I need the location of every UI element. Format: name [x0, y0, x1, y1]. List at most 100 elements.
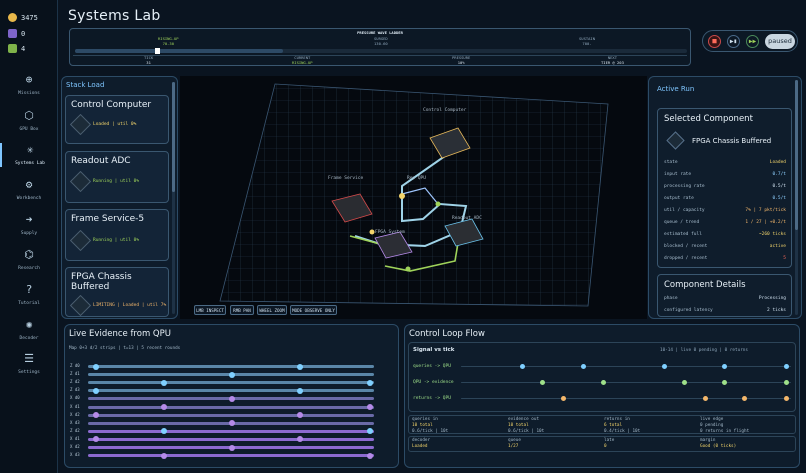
pause-state-badge[interactable]: paused [765, 34, 795, 49]
stack-item-readout-adc[interactable]: Readout ADC Running | util 0% [65, 151, 169, 203]
nav-systems-lab[interactable]: ✳ Systems Lab [0, 143, 58, 167]
isometric-grid [219, 83, 609, 307]
map-node-label[interactable]: Control Computer [423, 108, 466, 114]
signal-dot [681, 379, 687, 385]
evidence-dot [93, 387, 99, 394]
kv-row: estimated full ~260 ticks [664, 232, 786, 237]
system-map-viewport[interactable]: Control Computer Frame Service Rep QPU R… [180, 76, 647, 319]
sim-controls: ■ ▶▮ ▶▶ paused [702, 30, 798, 52]
evidence-dot [229, 371, 235, 378]
evidence-dot [367, 404, 373, 410]
evidence-dot [297, 363, 303, 370]
map-node-label[interactable]: Readout ADC [452, 216, 482, 222]
server-icon [69, 113, 92, 136]
frame-service-icon [69, 229, 92, 252]
stack-item-frame-service[interactable]: Frame Service-5 Running | util 0% [65, 209, 169, 261]
selected-component-name: FPGA Chassis Buffered [692, 137, 772, 145]
evidence-row-label: X d1 [70, 435, 80, 441]
kv-row: configured latency 2 ticks [664, 308, 786, 313]
map-node-label[interactable]: Rep QPU [407, 176, 426, 182]
kv-row: dropped / recent 5 [664, 256, 786, 261]
ladder-col: CURRENT RISING-UP [292, 55, 313, 65]
evidence-row-label: X d3 [70, 452, 80, 458]
signal-dot [539, 379, 545, 385]
signal-lane [461, 382, 791, 383]
component-details-title: Component Details [664, 280, 746, 290]
signal-chart-title: Signal vs tick [413, 347, 455, 353]
evidence-lane [88, 413, 374, 417]
workbench-icon: ⚙ [25, 178, 33, 191]
nav-decoder[interactable]: ✺ Decoder [0, 318, 58, 341]
kv-row: blocked / recent active [664, 244, 786, 249]
pressure-wave-ladder: PRESSURE WAVE LADDER RISING-UP 70-30 SURG… [69, 28, 691, 66]
adc-icon [69, 170, 92, 193]
gpu-box-icon: ⬡ [24, 109, 34, 122]
evidence-dot [161, 404, 167, 410]
ladder-stage: SUSTAIN 700- [579, 36, 596, 46]
evidence-row-label: X d0 [70, 395, 80, 401]
left-nav-rail [0, 0, 58, 473]
page-title: Systems Lab [68, 8, 161, 24]
fast-forward-button[interactable]: ▶▶ [746, 35, 759, 48]
systems-lab-icon: ✳ [26, 143, 34, 156]
control-loop-title: Control Loop Flow [409, 329, 485, 339]
right-scrollbar[interactable] [795, 80, 798, 315]
evidence-dot [297, 387, 303, 394]
active-run-title: Active Run [657, 85, 695, 93]
signal-dot [783, 395, 789, 401]
signal-dot [783, 363, 789, 369]
nav-settings[interactable]: ☰ Settings [0, 352, 58, 375]
ladder-track [75, 49, 687, 53]
nav-tutorial[interactable]: ? Tutorial [0, 283, 58, 306]
stack-scrollbar[interactable] [172, 82, 175, 314]
evidence-row-label: X d2 [70, 411, 80, 417]
nav-supply[interactable]: ➜ Supply [0, 213, 58, 236]
stack-item-fpga-chassis[interactable]: FPGA Chassis Buffered LIMITING | Loaded … [65, 267, 169, 317]
stat-queries-in: queries in 10 total 0.6/tick | 10t [412, 417, 449, 434]
evidence-dot [367, 379, 373, 386]
evidence-lane [88, 389, 374, 393]
nav-research[interactable]: ⌬ Research [0, 248, 58, 271]
research-icon: ⌬ [24, 248, 34, 261]
stat-late: late 0 [604, 438, 615, 449]
wheel-zoom-button[interactable]: WHEEL ZOOM [257, 305, 287, 315]
stop-button[interactable]: ■ [708, 35, 721, 48]
nav-workbench[interactable]: ⚙ Workbench [0, 178, 58, 201]
signal-chart-meta: 10-14 | live 0 pending | 0 returns [660, 348, 748, 353]
evidence-lane [88, 365, 374, 368]
stack-load-title: Stack Load [66, 81, 105, 89]
stack-item-control-computer[interactable]: Control Computer Loaded | util 0% [65, 95, 169, 144]
resource-coins: 3475 [8, 13, 38, 22]
signal-dot [661, 363, 667, 369]
step-button[interactable]: ▶▮ [727, 35, 740, 48]
ladder-fill [75, 49, 284, 53]
signal-dot [560, 395, 566, 401]
signal-label: QPU -> evidence [413, 380, 454, 385]
signal-label: queries -> QPU [413, 364, 451, 369]
evidence-row-label: Z d1 [70, 371, 80, 377]
signal-dot [783, 379, 789, 385]
kv-row: input rate 0.7/t [664, 172, 786, 177]
stat-live-edge: live edge 0 pending 0 returns in flight [700, 417, 750, 434]
ladder-col: PRESSURE 10% [452, 55, 471, 65]
evidence-lane [88, 381, 374, 385]
kv-row: state Loaded [664, 160, 786, 165]
nav-missions[interactable]: ⊕ Missions [0, 73, 58, 96]
tutorial-icon: ? [25, 283, 33, 296]
coin-icon [8, 13, 17, 22]
signal-dot [519, 363, 525, 369]
stat-queue: queue 1/27 [508, 438, 521, 449]
rmb-pan-button[interactable]: RMB PAN [230, 305, 254, 315]
mode-observe-button[interactable]: MODE OBSERVE ONLY [290, 305, 337, 315]
map-node-label[interactable]: Frame Service [328, 176, 363, 182]
map-node-label[interactable]: FPGA System [375, 230, 405, 236]
decoder-icon: ✺ [25, 318, 33, 331]
signal-dot [702, 395, 708, 401]
stat-evidence-out: evidence out 10 total 0.6/tick | 10t [508, 417, 545, 434]
lmb-inspect-button[interactable]: LMB INSPECT [194, 305, 226, 315]
evidence-row-label: X d1 [70, 403, 80, 409]
nav-gpu-box[interactable]: ⬡ GPU Box [0, 109, 58, 132]
evidence-lane [88, 437, 374, 441]
kv-row: processing rate 0.5/t [664, 184, 786, 189]
signal-dot [741, 395, 747, 401]
